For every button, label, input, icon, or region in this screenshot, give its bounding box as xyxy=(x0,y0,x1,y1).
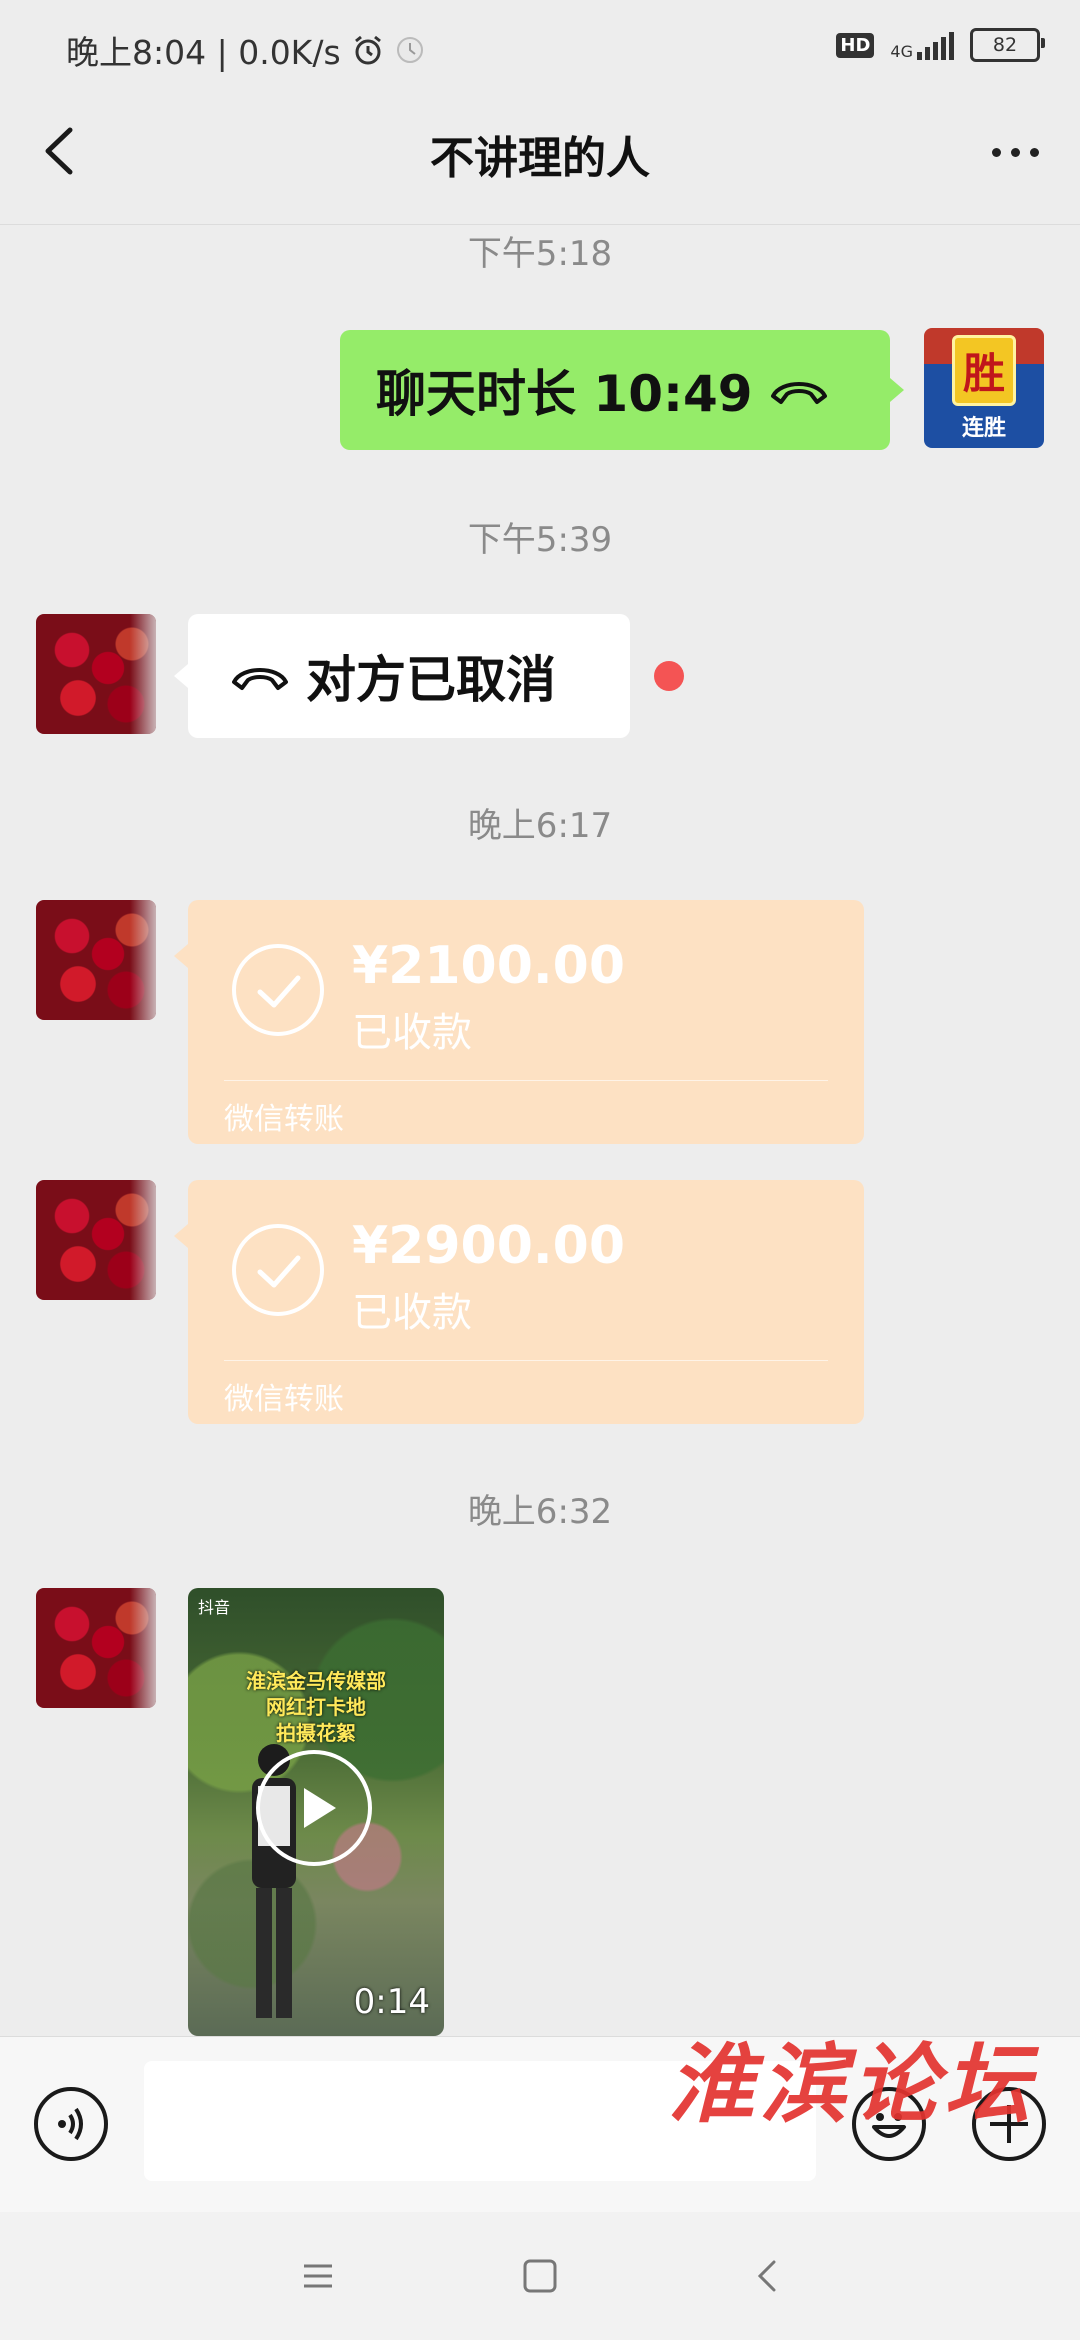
timestamp: 下午5:39 xyxy=(467,520,613,560)
call-duration-bubble[interactable]: 聊天时长 10:49 xyxy=(340,330,904,450)
notification-icon xyxy=(396,37,423,63)
check-circle-icon xyxy=(232,944,324,1036)
video-duration: 0:14 xyxy=(353,1982,430,2022)
transfer-status: 已收款 xyxy=(352,1010,472,1056)
hd-badge: HD xyxy=(836,32,875,58)
video-message[interactable]: 抖音 淮滨金马传媒部 网红打卡地 拍摄花絮 0:14 xyxy=(188,1588,444,2036)
contact-avatar[interactable] xyxy=(36,900,156,1020)
divider xyxy=(224,1360,828,1361)
call-cancelled-text: 对方已取消 xyxy=(306,651,556,709)
transfer-card[interactable]: ¥2900.00 已收款 微信转账 xyxy=(174,1180,864,1424)
transfer-amount: ¥2900.00 xyxy=(352,1216,626,1276)
more-dots-icon xyxy=(991,147,1001,157)
transfer-status: 已收款 xyxy=(352,1290,472,1336)
video-caption-line: 拍摄花絮 xyxy=(276,1721,356,1745)
contact-avatar[interactable] xyxy=(36,1588,156,1708)
status-right: HD 4G 82 xyxy=(836,28,1045,62)
chat-title: 不讲理的人 xyxy=(430,133,650,184)
timestamp: 晚上6:17 xyxy=(467,806,613,846)
transfer-card[interactable]: ¥2100.00 已收款 微信转账 xyxy=(174,900,864,1144)
alarm-icon xyxy=(354,35,381,65)
timestamp: 下午5:18 xyxy=(467,234,613,274)
status-bar: 晚上8:04 | 0.0K/s HD 4G 82 xyxy=(0,0,1080,96)
play-icon xyxy=(304,1788,336,1828)
transfer-source: 微信转账 xyxy=(224,1102,344,1137)
self-avatar[interactable]: 胜 连胜 xyxy=(924,328,1044,448)
contact-avatar[interactable] xyxy=(36,614,156,734)
phone-hangup-icon xyxy=(232,668,288,690)
voice-icon xyxy=(58,2107,83,2141)
avatar-badge-sub: 连胜 xyxy=(961,415,1006,441)
more-button[interactable] xyxy=(980,122,1050,182)
signal-group: 4G xyxy=(890,30,954,60)
video-caption: 淮滨金马传媒部 网红打卡地 拍摄花絮 xyxy=(188,1668,444,1746)
battery-icon: 82 xyxy=(970,28,1045,62)
status-left: 晚上8:04 | 0.0K/s xyxy=(66,26,425,74)
system-nav-bar xyxy=(0,2212,1080,2340)
chevron-left-icon xyxy=(757,2260,776,2292)
call-cancelled-bubble[interactable]: 对方已取消 xyxy=(174,614,630,738)
watermark: 淮滨论坛 xyxy=(668,2034,1036,2135)
call-duration-text: 聊天时长 10:49 xyxy=(376,365,753,423)
contact-avatar[interactable] xyxy=(36,1180,156,1300)
unread-dot xyxy=(654,661,684,691)
transfer-source: 微信转账 xyxy=(224,1382,344,1417)
play-button[interactable] xyxy=(256,1750,372,1866)
network-type: 4G xyxy=(890,42,913,61)
menu-icon xyxy=(304,2264,332,2288)
recent-apps-button[interactable] xyxy=(288,2246,348,2306)
divider xyxy=(224,1080,828,1081)
voice-button[interactable] xyxy=(34,2087,108,2161)
transfer-amount: ¥2100.00 xyxy=(352,936,626,996)
system-back-button[interactable] xyxy=(738,2246,798,2306)
battery-level: 82 xyxy=(992,34,1018,56)
signal-icon xyxy=(917,30,954,60)
status-time: 晚上8:04 | 0.0K/s xyxy=(66,33,341,72)
phone-hangup-icon xyxy=(770,382,827,404)
home-button[interactable] xyxy=(510,2246,570,2306)
home-square-icon xyxy=(523,2259,557,2293)
chat-header: 不讲理的人 xyxy=(0,96,1080,225)
video-caption-line: 网红打卡地 xyxy=(266,1695,366,1719)
video-caption-line: 淮滨金马传媒部 xyxy=(246,1669,386,1693)
avatar-badge-label: 胜 xyxy=(951,334,1016,406)
timestamp: 晚上6:32 xyxy=(467,1492,613,1532)
video-app-label: 抖音 xyxy=(198,1598,231,1617)
check-circle-icon xyxy=(232,1224,324,1316)
